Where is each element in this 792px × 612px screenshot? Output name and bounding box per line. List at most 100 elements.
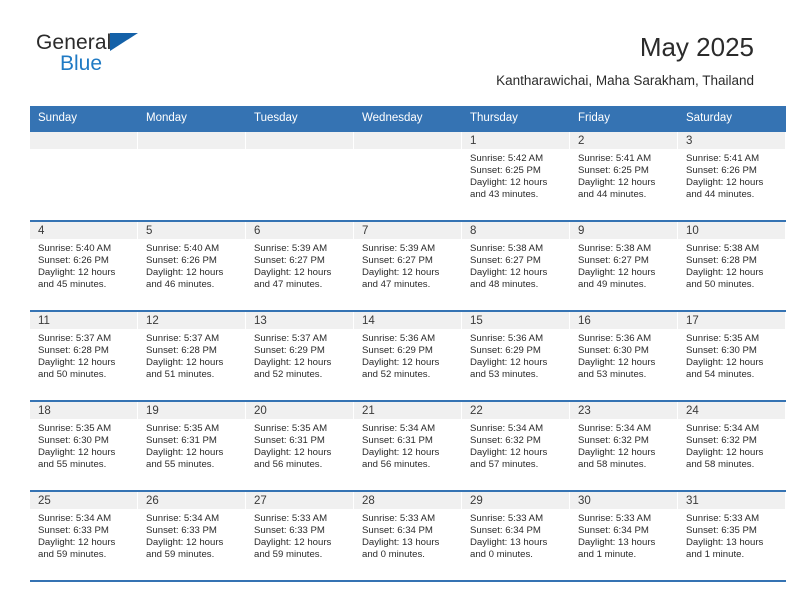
daylight-1-text: Daylight: 13 hours xyxy=(578,537,656,549)
day-of-week-monday: Monday xyxy=(146,112,187,124)
date-number: 11 xyxy=(30,312,137,329)
day-cell-29[interactable]: 29 Sunrise: 5:33 AM Sunset: 6:34 PM Dayligh… xyxy=(462,492,570,580)
sunrise-text: Sunrise: 5:38 AM xyxy=(686,243,760,254)
day-cell-11[interactable]: 11 Sunrise: 5:37 AM Sunset: 6:28 PM Dayligh… xyxy=(30,312,138,400)
day-cell-23[interactable]: 23 Sunrise: 5:34 AM Sunset: 6:32 PM Dayligh… xyxy=(570,402,678,490)
date-number: 9 xyxy=(570,222,677,239)
page-subtitle: Kantharawichai, Maha Sarakham, Thailand xyxy=(496,73,754,88)
daylight-1-text: Daylight: 12 hours xyxy=(362,267,440,279)
sun-info: Sunrise: 5:38 AM Sunset: 6:27 PM Daylight:… xyxy=(462,239,569,291)
sunrise-text: Sunrise: 5:35 AM xyxy=(254,423,328,434)
day-cell-6[interactable]: 6 Sunrise: 5:39 AM Sunset: 6:27 PM Daylight… xyxy=(246,222,354,310)
day-cell-24[interactable]: 24 Sunrise: 5:34 AM Sunset: 6:32 PM Dayligh… xyxy=(678,402,786,490)
date-number: 2 xyxy=(570,132,677,149)
sun-info: Sunrise: 5:33 AM Sunset: 6:35 PM Daylight:… xyxy=(678,509,785,561)
day-cell-22[interactable]: 22 Sunrise: 5:34 AM Sunset: 6:32 PM Dayligh… xyxy=(462,402,570,490)
day-cell-7[interactable]: 7 Sunrise: 5:39 AM Sunset: 6:27 PM Daylight… xyxy=(354,222,462,310)
day-cell-18[interactable]: 18 Sunrise: 5:35 AM Sunset: 6:30 PM Dayligh… xyxy=(30,402,138,490)
sun-info: Sunrise: 5:40 AM Sunset: 6:26 PM Daylight:… xyxy=(30,239,137,291)
day-cell-27[interactable]: 27 Sunrise: 5:33 AM Sunset: 6:33 PM Dayligh… xyxy=(246,492,354,580)
sun-info: Sunrise: 5:41 AM Sunset: 6:25 PM Daylight:… xyxy=(570,149,677,201)
day-cell-20[interactable]: 20 Sunrise: 5:35 AM Sunset: 6:31 PM Dayligh… xyxy=(246,402,354,490)
sunset-text: Sunset: 6:30 PM xyxy=(686,345,757,357)
week-row: 4 Sunrise: 5:40 AM Sunset: 6:26 PM Daylight… xyxy=(30,220,786,310)
sunset-text: Sunset: 6:31 PM xyxy=(146,435,217,447)
daylight-1-text: Daylight: 12 hours xyxy=(146,537,224,549)
week-row: 25 Sunrise: 5:34 AM Sunset: 6:33 PM Dayligh… xyxy=(30,490,786,582)
sunset-text: Sunset: 6:32 PM xyxy=(686,435,757,447)
day-of-week-tuesday: Tuesday xyxy=(254,112,298,124)
sunset-text: Sunset: 6:25 PM xyxy=(470,165,541,177)
daylight-1-text: Daylight: 12 hours xyxy=(578,447,656,459)
sunrise-text: Sunrise: 5:35 AM xyxy=(146,423,220,434)
day-of-week-thursday: Thursday xyxy=(470,112,518,124)
calendar-grid: Sunday Monday Tuesday Wednesday Thursday Frid… xyxy=(30,106,786,582)
sun-info: Sunrise: 5:33 AM Sunset: 6:34 PM Daylight:… xyxy=(462,509,569,561)
sunrise-text: Sunrise: 5:36 AM xyxy=(362,333,436,344)
sunrise-text: Sunrise: 5:33 AM xyxy=(470,513,544,524)
date-number: 12 xyxy=(138,312,245,329)
sunset-text: Sunset: 6:28 PM xyxy=(146,345,217,357)
daylight-1-text: Daylight: 13 hours xyxy=(470,537,548,549)
day-cell-28[interactable]: 28 Sunrise: 5:33 AM Sunset: 6:34 PM Dayligh… xyxy=(354,492,462,580)
sunset-text: Sunset: 6:27 PM xyxy=(362,255,433,267)
day-cell-10[interactable]: 10 Sunrise: 5:38 AM Sunset: 6:28 PM Dayligh… xyxy=(678,222,786,310)
triangle-icon xyxy=(110,33,138,51)
date-number: 15 xyxy=(462,312,569,329)
day-cell-2[interactable]: 2 Sunrise: 5:41 AM Sunset: 6:25 PM Daylight… xyxy=(570,132,678,220)
daylight-1-text: Daylight: 12 hours xyxy=(146,267,224,279)
day-cell-16[interactable]: 16 Sunrise: 5:36 AM Sunset: 6:30 PM Dayligh… xyxy=(570,312,678,400)
sunrise-text: Sunrise: 5:33 AM xyxy=(254,513,328,524)
day-cell-31[interactable]: 31 Sunrise: 5:33 AM Sunset: 6:35 PM Dayligh… xyxy=(678,492,786,580)
sunset-text: Sunset: 6:27 PM xyxy=(578,255,649,267)
sunrise-text: Sunrise: 5:38 AM xyxy=(470,243,544,254)
daylight-1-text: Daylight: 12 hours xyxy=(470,447,548,459)
sun-info: Sunrise: 5:35 AM Sunset: 6:31 PM Daylight:… xyxy=(138,419,245,471)
day-of-week-sunday: Sunday xyxy=(38,112,78,124)
daylight-2-text: and 1 minute. xyxy=(578,549,637,561)
day-cell-21[interactable]: 21 Sunrise: 5:34 AM Sunset: 6:31 PM Dayligh… xyxy=(354,402,462,490)
day-cell-4[interactable]: 4 Sunrise: 5:40 AM Sunset: 6:26 PM Daylight… xyxy=(30,222,138,310)
sun-info: Sunrise: 5:40 AM Sunset: 6:26 PM Daylight:… xyxy=(138,239,245,291)
day-cell-8[interactable]: 8 Sunrise: 5:38 AM Sunset: 6:27 PM Daylight… xyxy=(462,222,570,310)
day-cell-1[interactable]: 1 Sunrise: 5:42 AM Sunset: 6:25 PM Daylight… xyxy=(462,132,570,220)
daylight-2-text: and 46 minutes. xyxy=(146,279,215,291)
sunrise-text: Sunrise: 5:40 AM xyxy=(146,243,220,254)
daylight-2-text: and 55 minutes. xyxy=(146,459,215,471)
day-cell-12[interactable]: 12 Sunrise: 5:37 AM Sunset: 6:28 PM Dayligh… xyxy=(138,312,246,400)
date-number: 1 xyxy=(462,132,569,149)
sunrise-text: Sunrise: 5:41 AM xyxy=(578,153,652,164)
day-cell-3[interactable]: 3 Sunrise: 5:41 AM Sunset: 6:26 PM Daylight… xyxy=(678,132,786,220)
day-cell-5[interactable]: 5 Sunrise: 5:40 AM Sunset: 6:26 PM Daylight… xyxy=(138,222,246,310)
day-cell-17[interactable]: 17 Sunrise: 5:35 AM Sunset: 6:30 PM Dayligh… xyxy=(678,312,786,400)
day-cell-13[interactable]: 13 Sunrise: 5:37 AM Sunset: 6:29 PM Dayligh… xyxy=(246,312,354,400)
sunrise-text: Sunrise: 5:34 AM xyxy=(146,513,220,524)
day-cell-19[interactable]: 19 Sunrise: 5:35 AM Sunset: 6:31 PM Dayligh… xyxy=(138,402,246,490)
day-cell-9[interactable]: 9 Sunrise: 5:38 AM Sunset: 6:27 PM Daylight… xyxy=(570,222,678,310)
day-cell-25[interactable]: 25 Sunrise: 5:34 AM Sunset: 6:33 PM Dayligh… xyxy=(30,492,138,580)
sunset-text: Sunset: 6:25 PM xyxy=(578,165,649,177)
date-number: 4 xyxy=(30,222,137,239)
sunrise-text: Sunrise: 5:39 AM xyxy=(254,243,328,254)
daylight-2-text: and 45 minutes. xyxy=(38,279,107,291)
day-cell-26[interactable]: 26 Sunrise: 5:34 AM Sunset: 6:33 PM Dayligh… xyxy=(138,492,246,580)
day-cell-30[interactable]: 30 Sunrise: 5:33 AM Sunset: 6:34 PM Dayligh… xyxy=(570,492,678,580)
daylight-1-text: Daylight: 12 hours xyxy=(578,357,656,369)
daylight-1-text: Daylight: 12 hours xyxy=(38,267,116,279)
daylight-2-text: and 49 minutes. xyxy=(578,279,647,291)
general-blue-logo[interactable]: General Blue xyxy=(36,32,166,80)
sun-info: Sunrise: 5:35 AM Sunset: 6:30 PM Daylight:… xyxy=(30,419,137,471)
daylight-2-text: and 51 minutes. xyxy=(146,369,215,381)
daylight-2-text: and 59 minutes. xyxy=(254,549,323,561)
sunrise-text: Sunrise: 5:34 AM xyxy=(686,423,760,434)
date-number: 30 xyxy=(570,492,677,509)
daylight-2-text: and 48 minutes. xyxy=(470,279,539,291)
date-number: 5 xyxy=(138,222,245,239)
sunrise-text: Sunrise: 5:34 AM xyxy=(470,423,544,434)
sun-info: Sunrise: 5:41 AM Sunset: 6:26 PM Daylight:… xyxy=(678,149,785,201)
sun-info: Sunrise: 5:38 AM Sunset: 6:28 PM Daylight:… xyxy=(678,239,785,291)
date-number xyxy=(246,132,353,149)
sun-info: Sunrise: 5:39 AM Sunset: 6:27 PM Daylight:… xyxy=(354,239,461,291)
day-cell-14[interactable]: 14 Sunrise: 5:36 AM Sunset: 6:29 PM Dayligh… xyxy=(354,312,462,400)
day-cell-15[interactable]: 15 Sunrise: 5:36 AM Sunset: 6:29 PM Dayligh… xyxy=(462,312,570,400)
